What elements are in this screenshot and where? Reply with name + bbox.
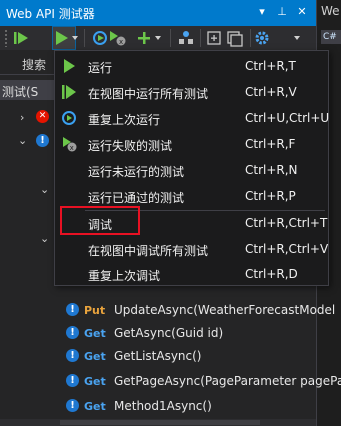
http-method: Get <box>84 327 106 340</box>
menu-item-repeat-last-run[interactable]: 重复上次运行 Ctrl+U,Ctrl+U <box>55 105 330 131</box>
search-label[interactable]: 搜索 <box>22 56 46 73</box>
run-failed-icon[interactable]: x <box>110 31 126 46</box>
repeat-last-run-icon <box>62 111 76 125</box>
menu-item-shortcut: Ctrl+R,V <box>245 85 297 99</box>
endpoint-name: UpdateAsync(WeatherForecastModel <box>114 303 336 317</box>
menu-item-shortcut: Ctrl+R,T <box>245 59 296 73</box>
endpoint-name: GetListAsync() <box>114 349 202 363</box>
run-all-in-view-icon <box>62 85 76 99</box>
gear-icon[interactable] <box>255 31 269 45</box>
close-icon[interactable]: ✕ <box>295 4 309 20</box>
endpoint-row[interactable]: ! Get GetAsync(Guid id) <box>60 322 316 344</box>
toolbar-separator <box>200 29 201 47</box>
endpoint-row[interactable]: ! Get Method1Async() <box>60 395 316 417</box>
menu-item-label: 在视图中调试所有测试 <box>88 244 209 258</box>
info-icon: ! <box>36 134 49 147</box>
tree-collapse-icon[interactable]: ⌄ <box>40 183 49 196</box>
toolbar-separator <box>170 29 171 47</box>
add-icon[interactable] <box>138 32 150 44</box>
svg-text:x: x <box>119 38 123 46</box>
endpoint-row[interactable]: ! Get GetListAsync() <box>60 345 316 367</box>
menu-item-shortcut: Ctrl+R,D <box>245 267 298 281</box>
endpoint-row[interactable]: ! Put UpdateAsync(WeatherForecastModel <box>60 299 335 321</box>
expand-all-icon[interactable] <box>207 31 221 45</box>
menu-item-run-all-in-view[interactable]: 在视图中运行所有测试 Ctrl+R,V <box>55 79 328 105</box>
scrollbar-thumb[interactable] <box>60 420 260 425</box>
run-all-icon[interactable] <box>14 32 28 44</box>
chevron-down-icon[interactable] <box>72 36 78 40</box>
endpoint-name: Method1Async() <box>114 399 212 413</box>
svg-text:x: x <box>70 144 74 152</box>
menu-item-shortcut: Ctrl+U,Ctrl+U <box>245 111 330 125</box>
chevron-down-icon[interactable] <box>155 36 161 40</box>
menu-item-shortcut: Ctrl+R,P <box>245 189 296 203</box>
info-icon: ! <box>66 326 79 339</box>
highlight-annotation <box>60 206 140 235</box>
run-failed-icon: x <box>63 137 77 152</box>
group-by-icon[interactable] <box>179 31 193 44</box>
menu-item-run[interactable]: 运行 Ctrl+R,T <box>55 53 328 79</box>
menu-item-shortcut: Ctrl+R,F <box>245 137 296 151</box>
pin-icon[interactable]: ⊥ <box>275 4 289 20</box>
menu-item-label: 运行已通过的测试 <box>88 191 185 205</box>
toolbar-separator <box>250 29 251 47</box>
tests-header-label: 测试(S <box>2 85 39 99</box>
repeat-icon[interactable] <box>93 31 107 45</box>
collapse-all-icon[interactable] <box>227 31 243 47</box>
play-icon <box>64 59 75 73</box>
info-icon: ! <box>66 349 79 362</box>
menu-item-label: 运行失败的测试 <box>88 139 173 153</box>
http-method: Get <box>84 375 106 388</box>
tree-collapse-icon[interactable]: ⌄ <box>40 232 49 245</box>
window-options-icon[interactable]: ▾ <box>255 4 269 20</box>
run-icon[interactable] <box>56 31 68 45</box>
menu-item-label: 运行未运行的测试 <box>88 165 185 179</box>
menu-item-label: 运行 <box>88 61 113 75</box>
toolbar-separator <box>84 29 85 47</box>
info-icon: ! <box>66 374 79 387</box>
menu-item-run-failed[interactable]: x 运行失败的测试 Ctrl+R,F <box>55 131 328 157</box>
horizontal-scrollbar[interactable] <box>0 419 316 426</box>
endpoint-name: GetAsync(Guid id) <box>114 326 224 340</box>
menu-item-label: 重复上次运行 <box>88 113 161 127</box>
toolbar-icons: x <box>14 31 300 47</box>
menu-item-label: 重复上次调试 <box>88 269 161 283</box>
endpoint-row[interactable]: ! Get GetPageAsync(PageParameter pagePa <box>60 370 341 392</box>
tree-expand-icon[interactable]: › <box>20 111 24 124</box>
chevron-down-icon[interactable] <box>294 36 300 40</box>
test-explorer-panel <box>0 50 60 426</box>
http-method: Get <box>84 400 106 413</box>
neighbor-tab[interactable]: We <box>321 4 340 18</box>
tree-collapse-icon[interactable]: ⌄ <box>18 134 27 147</box>
menu-item-repeat-last-debug[interactable]: 重复上次调试 Ctrl+R,D <box>55 261 328 287</box>
menu-item-run-not-run[interactable]: 运行未运行的测试 Ctrl+R,N <box>55 157 328 183</box>
menu-item-shortcut: Ctrl+R,Ctrl+V <box>245 242 329 256</box>
window-title: Web API 测试器 <box>6 7 95 21</box>
run-dropdown-menu: 运行 Ctrl+R,T 在视图中运行所有测试 Ctrl+R,V 重复上次运行 C… <box>54 50 329 286</box>
menu-item-debug-all-in-view[interactable]: 在视图中调试所有测试 Ctrl+R,Ctrl+V <box>55 236 328 262</box>
info-icon: ! <box>66 303 79 316</box>
info-icon: ! <box>66 399 79 412</box>
endpoint-name: GetPageAsync(PageParameter pagePa <box>114 374 341 388</box>
tool-window-titlebar: Web API 测试器 ▾ ⊥ ✕ <box>0 0 316 26</box>
menu-item-shortcut: Ctrl+R,Ctrl+T <box>245 216 328 230</box>
http-method: Put <box>84 304 106 317</box>
menu-item-label: 在视图中运行所有测试 <box>88 87 209 101</box>
error-icon: ✕ <box>36 110 49 123</box>
toolbar-grip[interactable] <box>4 29 8 47</box>
http-method: Get <box>84 350 106 363</box>
menu-item-shortcut: Ctrl+R,N <box>245 163 298 177</box>
